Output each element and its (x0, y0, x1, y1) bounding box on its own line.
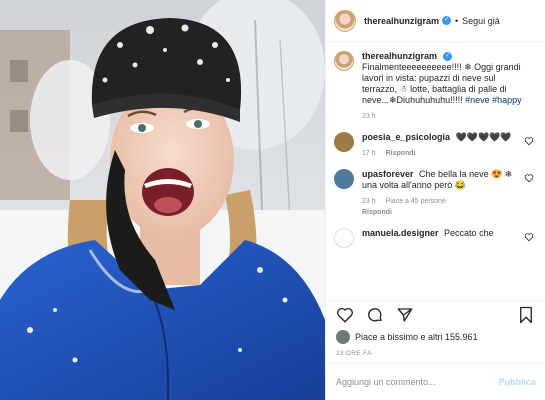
comment-icon[interactable] (366, 306, 384, 324)
comment-item: manuela.designer Peccato che (334, 228, 538, 248)
reply-button[interactable]: Rispondi (386, 150, 416, 157)
reply-button[interactable]: Rispondi (362, 209, 392, 216)
caption-body: therealhunzigram ✓ Finalmenteeeeeeeeee!!!… (362, 51, 538, 122)
caption: therealhunzigram ✓ Finalmenteeeeeeeeee!!!… (334, 51, 538, 122)
commenter-avatar[interactable] (334, 169, 354, 189)
paper-plane-icon[interactable] (396, 306, 414, 324)
publish-button[interactable]: Pubblica (498, 377, 536, 387)
comment-meta: 17 h Rispondi (362, 148, 522, 159)
comment-likes[interactable]: Piace a 45 persone (386, 198, 446, 205)
verified-badge-icon: ✓ (442, 16, 452, 25)
caption-avatar[interactable] (334, 51, 354, 71)
comment-body: poesia_e_psicologia 🖤🖤🖤🖤🖤 17 h Rispondi (362, 132, 538, 159)
caption-username[interactable]: therealhunzigram (362, 51, 437, 61)
comment-username[interactable]: poesia_e_psicologia (362, 132, 450, 142)
add-comment-bar: Pubblica (326, 363, 545, 400)
following-button[interactable]: Segui già (462, 16, 500, 26)
comment-like-icon[interactable] (524, 173, 534, 183)
comment-body: upasforever Che bella la neve 😍 ❄ una vo… (362, 169, 538, 218)
instagram-post: therealhunzigram ✓ • Segui già therealhu… (0, 0, 545, 400)
comment-like-icon[interactable] (524, 232, 534, 242)
hashtag-neve[interactable]: #neve (465, 95, 490, 105)
author-avatar[interactable] (334, 9, 356, 32)
verified-badge-icon: ✓ (443, 52, 453, 62)
likes-text[interactable]: Piace a bissimo e altri 155.961 (355, 332, 478, 342)
snow-selfie-illustration (0, 0, 325, 400)
comment-like-icon[interactable] (524, 136, 534, 146)
separator-dot: • (455, 15, 459, 26)
post-timestamp[interactable]: 23 ORE FA (336, 350, 372, 357)
caption-meta: 23 h (362, 111, 522, 122)
comments-list[interactable]: therealhunzigram ✓ Finalmenteeeeeeeeee!!!… (326, 43, 545, 300)
likes-summary: Piace a bissimo e altri 155.961 (336, 330, 478, 344)
comment-time[interactable]: 23 h (362, 198, 376, 205)
comment-meta: 23 h Piace a 45 persone Rispondi (362, 196, 522, 218)
comment-item: upasforever Che bella la neve 😍 ❄ una vo… (334, 169, 538, 218)
bookmark-icon[interactable] (518, 306, 534, 324)
comment-text: 🖤🖤🖤🖤🖤 (455, 132, 512, 142)
post-header: therealhunzigram ✓ • Segui già (326, 0, 545, 42)
commenter-avatar[interactable] (334, 228, 354, 248)
hashtag-happy[interactable]: #happy (492, 95, 522, 105)
comment-username[interactable]: manuela.designer (362, 228, 439, 238)
caption-time[interactable]: 23 h (362, 113, 376, 120)
liker-avatar[interactable] (336, 330, 350, 344)
comment-text: Peccato che (444, 228, 494, 238)
heart-outline-icon[interactable] (336, 306, 354, 324)
comment-input[interactable] (336, 377, 499, 387)
post-side-panel: therealhunzigram ✓ • Segui già therealhu… (325, 0, 545, 400)
post-actions-bar (326, 300, 545, 328)
commenter-avatar[interactable] (334, 132, 354, 152)
comment-body: manuela.designer Peccato che (362, 228, 538, 248)
author-username[interactable]: therealhunzigram (364, 16, 439, 26)
post-photo[interactable] (0, 0, 325, 400)
comment-item: poesia_e_psicologia 🖤🖤🖤🖤🖤 17 h Rispondi (334, 132, 538, 159)
comment-username[interactable]: upasforever (362, 169, 414, 179)
comment-time[interactable]: 17 h (362, 150, 376, 157)
